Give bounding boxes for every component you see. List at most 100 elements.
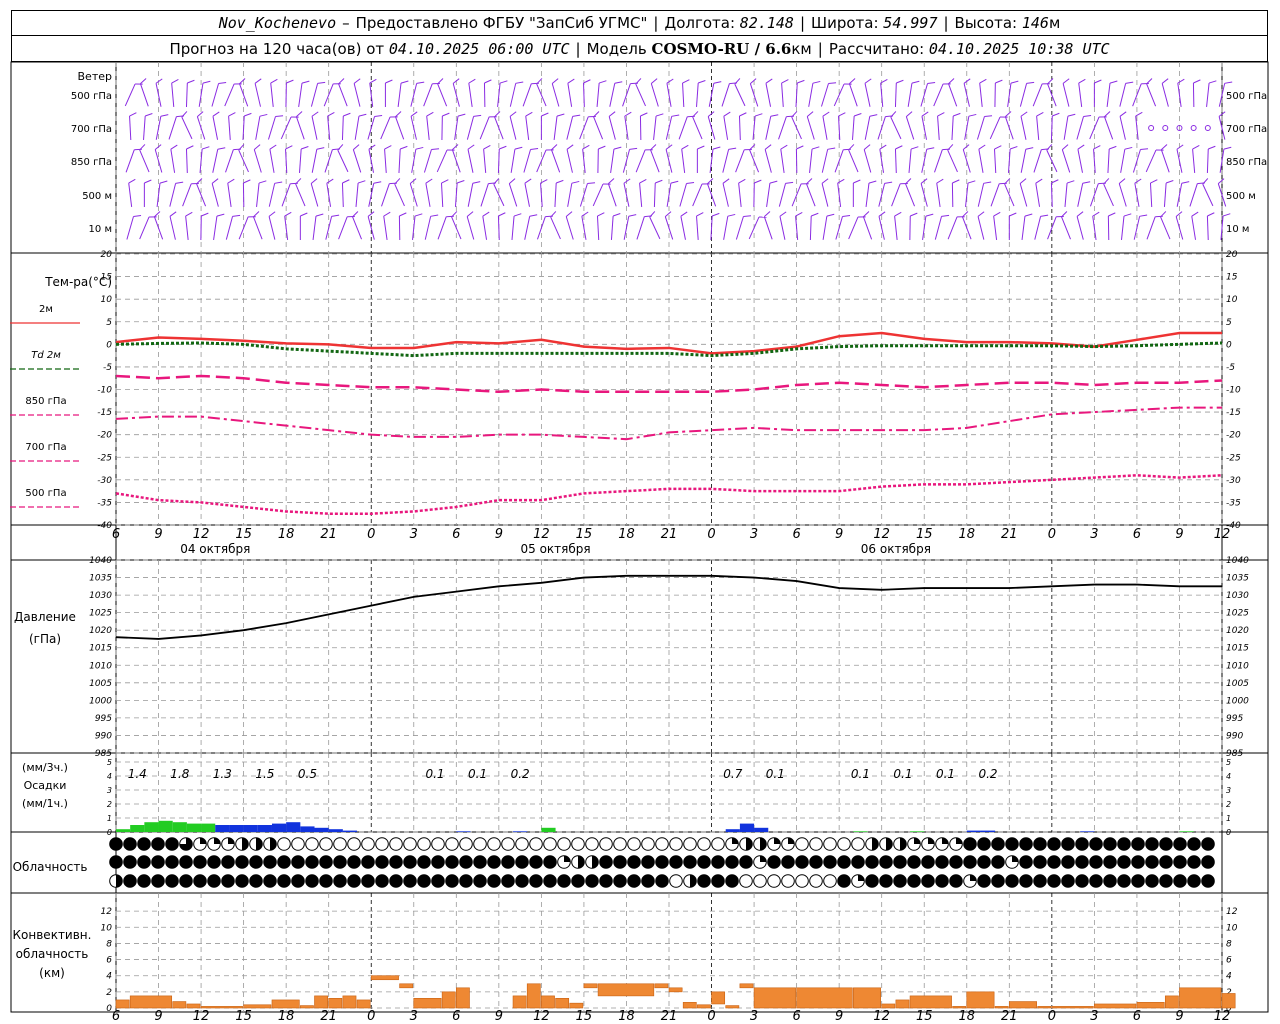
wind-barb-shaft bbox=[1035, 183, 1041, 207]
time-tick-mid: 18 bbox=[958, 527, 975, 542]
wind-barb-feather bbox=[310, 178, 318, 184]
time-tick-mid: 9 bbox=[154, 527, 162, 542]
wind-barb-feather bbox=[154, 211, 161, 218]
wind-barb-shaft bbox=[1119, 83, 1127, 107]
precip-title: Осадки bbox=[24, 779, 67, 792]
wind-barb-icon bbox=[367, 115, 383, 140]
wind-barb-shaft bbox=[540, 182, 543, 208]
cloud-outline-icon bbox=[837, 837, 851, 851]
wind-barb-icon bbox=[170, 144, 178, 173]
precip-3h-label: 0.1 bbox=[893, 767, 912, 781]
wind-barb-icon bbox=[723, 213, 736, 240]
wind-barb-feather bbox=[551, 78, 559, 84]
wind-barb-shaft bbox=[185, 148, 188, 174]
wind-barb-icon bbox=[479, 116, 497, 140]
cloud-full-icon bbox=[235, 855, 249, 869]
wind-barb-icon bbox=[822, 111, 830, 140]
cloud-cover-icon bbox=[627, 874, 641, 888]
precip-3h-label: 0.2 bbox=[978, 767, 997, 781]
wind-barb-icon bbox=[1062, 78, 1070, 107]
cloud-outline-icon bbox=[557, 837, 571, 851]
wind-barb-feather bbox=[1020, 111, 1028, 117]
cloud-cover-icon bbox=[193, 855, 207, 869]
wind-barb-shaft bbox=[680, 216, 686, 240]
wind-barb-feather bbox=[764, 211, 771, 218]
precip-bar bbox=[342, 830, 358, 832]
wind-barb-icon bbox=[567, 180, 580, 207]
cloud-cover-icon bbox=[963, 855, 977, 869]
wind-barb-icon bbox=[509, 81, 524, 107]
cloud-cover-icon bbox=[809, 874, 823, 888]
wind-barb-icon bbox=[1146, 215, 1163, 240]
wind-barb-icon bbox=[398, 145, 408, 174]
wind-level-label: 700 гПа bbox=[71, 124, 112, 135]
cloud-cover-icon bbox=[487, 874, 501, 888]
wind-barb-shaft bbox=[1149, 182, 1153, 208]
wind-barb-icon bbox=[708, 81, 722, 107]
wind-barb-icon bbox=[1061, 211, 1071, 240]
wind-barb-shaft bbox=[310, 183, 319, 207]
wind-barb-icon bbox=[809, 212, 819, 241]
wind-barb-shaft bbox=[862, 216, 873, 240]
wind-barb-icon bbox=[1161, 78, 1169, 107]
wind-barb-shaft bbox=[267, 116, 276, 140]
wind-barb-icon bbox=[894, 211, 902, 240]
cloud-full-icon bbox=[319, 855, 333, 869]
wind-barb-shaft bbox=[978, 149, 984, 173]
cloud-full-icon bbox=[403, 855, 417, 869]
cloud-cover-icon bbox=[277, 837, 291, 851]
wind-barb-feather bbox=[826, 213, 835, 217]
cloud-cover-icon bbox=[431, 874, 445, 888]
wind-barb-feather bbox=[1067, 113, 1076, 117]
wind-barb-icon bbox=[311, 111, 319, 140]
precip-3h-label: 0.1 bbox=[851, 767, 870, 781]
cloud-half-icon bbox=[578, 855, 585, 869]
wind-barb-shaft bbox=[610, 215, 614, 241]
wind-barb-shaft bbox=[482, 216, 488, 240]
wind-barb-shaft bbox=[1134, 183, 1140, 207]
cloud-cover-icon bbox=[921, 874, 935, 888]
wind-barb-icon bbox=[692, 183, 710, 207]
temp-tick-left: 20 bbox=[101, 250, 113, 260]
wind-barb-shaft bbox=[1120, 149, 1126, 173]
cloud-cover-icon bbox=[543, 837, 557, 851]
cloud-full-icon bbox=[137, 855, 151, 869]
wind-barb-icon bbox=[623, 214, 637, 240]
cloud-cover-icon bbox=[781, 837, 795, 851]
wind-barb-icon bbox=[295, 178, 306, 207]
wind-barb-shaft bbox=[650, 83, 659, 107]
wind-barb-shaft bbox=[837, 183, 842, 207]
wind-level-label-right: 700 гПа bbox=[1226, 124, 1267, 135]
wind-barb-icon bbox=[239, 78, 249, 107]
wind-barb-icon bbox=[424, 214, 439, 240]
cloud-full-icon bbox=[109, 837, 123, 851]
wind-barb-icon bbox=[185, 211, 193, 240]
wind-barb-feather bbox=[140, 78, 147, 85]
wind-barb-icon bbox=[989, 116, 1008, 140]
wind-barb-icon bbox=[879, 144, 887, 173]
wind-barb-feather bbox=[984, 115, 993, 118]
wind-barb-icon bbox=[1004, 111, 1014, 140]
cloud-full-icon bbox=[1145, 837, 1159, 851]
cloud-full-icon bbox=[1117, 837, 1131, 851]
cloud-cover-icon bbox=[837, 837, 851, 851]
cloud-cover-icon bbox=[459, 874, 473, 888]
wind-barb-feather bbox=[1208, 80, 1217, 84]
wind-barb-icon bbox=[947, 144, 958, 173]
convective-bar bbox=[300, 1005, 314, 1009]
wind-barb-icon bbox=[779, 211, 787, 240]
convective-bar bbox=[952, 1006, 967, 1009]
cloud-cover-icon bbox=[1005, 837, 1019, 851]
wind-barb-shaft bbox=[567, 183, 573, 207]
wind-barb-feather bbox=[415, 146, 424, 150]
convective-bar bbox=[370, 975, 399, 981]
wind-barb-feather bbox=[268, 211, 276, 217]
precip-bar bbox=[271, 823, 287, 832]
wind-barb-feather bbox=[270, 78, 278, 84]
wind-barb-icon bbox=[976, 115, 993, 140]
wind-barb-shaft bbox=[809, 149, 813, 173]
cloud-cover-icon bbox=[263, 837, 277, 851]
wind-barb-shaft bbox=[409, 183, 418, 207]
convective-bar bbox=[739, 983, 754, 989]
wind-barb-shaft bbox=[1192, 149, 1196, 173]
